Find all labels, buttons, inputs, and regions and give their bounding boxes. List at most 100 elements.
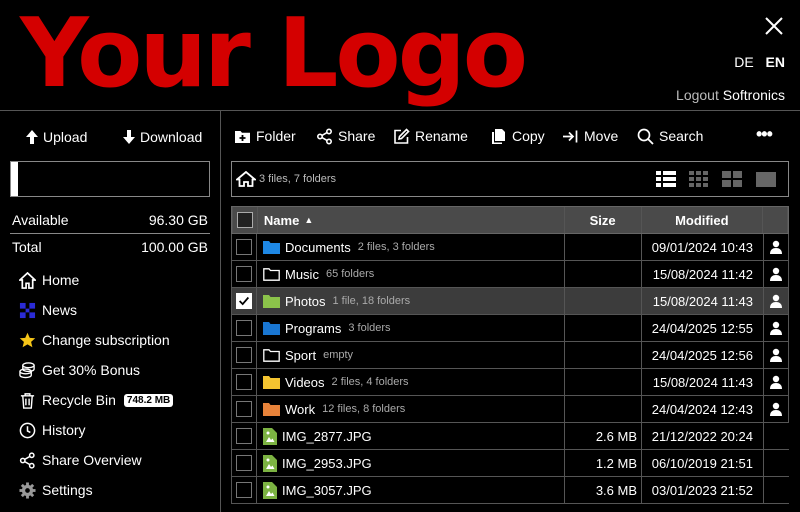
select-cell [231,423,257,449]
file-name[interactable]: IMG_3057.JPG [282,483,372,498]
share-cell [764,396,789,422]
lang-en[interactable]: EN [766,54,785,70]
row-checkbox[interactable] [236,428,252,444]
table-row[interactable]: IMG_2877.JPG 2.6 MB 21/12/2022 20:24 [231,423,789,450]
row-checkbox[interactable] [236,347,252,363]
table-row[interactable]: Programs 3 folders 24/04/2025 12:55 [231,315,789,342]
size-cell [565,234,642,260]
name-cell: IMG_2877.JPG [257,423,565,449]
size-cell: 1.2 MB [565,450,642,476]
select-cell [231,369,257,395]
table-row[interactable]: Videos 2 files, 4 folders 15/08/2024 11:43 [231,369,789,396]
more-options-button[interactable]: ••• [756,124,773,145]
image-file-icon [263,481,277,499]
download-button[interactable]: Download [122,127,202,147]
row-checkbox[interactable] [236,266,252,282]
app-window: Your Logo DE EN Logout Softronics Upload… [0,0,800,512]
row-checkbox[interactable] [236,239,252,255]
sidebar-item-label: Share Overview [42,452,142,468]
user-share-icon[interactable] [769,402,783,416]
table-row[interactable]: Sport empty 24/04/2025 12:56 [231,342,789,369]
logout-link[interactable]: Logout [676,87,719,103]
row-checkbox[interactable] [236,455,252,471]
home-icon[interactable] [236,171,256,187]
table-row[interactable]: Documents 2 files, 3 folders 09/01/2024 10… [231,234,789,261]
row-checkbox[interactable] [236,401,252,417]
sidebar-item-subscription[interactable]: Change subscription [18,325,218,355]
sidebar-item-home[interactable]: Home [18,265,218,295]
rename-button[interactable]: Rename [393,126,468,146]
row-checkbox[interactable] [236,320,252,336]
available-label: Available [12,212,69,228]
table-row[interactable]: Work 12 files, 8 folders 24/04/2024 12:43 [231,396,789,423]
sidebar-item-label: Recycle Bin [42,392,116,408]
sidebar-item-bonus[interactable]: Get 30% Bonus [18,355,218,385]
copy-button[interactable]: Copy [490,126,545,146]
user-share-icon[interactable] [769,294,783,308]
move-label: Move [584,128,619,144]
share-icon [316,127,333,145]
row-checkbox[interactable] [236,374,252,390]
user-share-icon[interactable] [769,321,783,335]
table-row[interactable]: Music 65 folders 15/08/2024 11:42 [231,261,789,288]
file-name[interactable]: Sport [285,348,316,363]
share-button[interactable]: Share [316,126,375,146]
home-icon [18,271,36,289]
file-name[interactable]: IMG_2953.JPG [282,456,372,471]
name-cell: Music 65 folders [257,261,565,287]
close-icon[interactable] [762,14,786,38]
table-header: Name ▲ Size Modified [231,206,789,234]
large-grid-view-icon[interactable] [756,171,776,189]
size-cell [565,342,642,368]
size-cell [565,369,642,395]
sidebar-item-share-overview[interactable]: Share Overview [18,445,218,475]
trash-icon [18,391,36,409]
sidebar-item-recycle-bin[interactable]: Recycle Bin 748.2 MB [18,385,218,415]
name-cell: Programs 3 folders [257,315,565,341]
name-cell: IMG_2953.JPG [257,450,565,476]
user-share-icon[interactable] [769,348,783,362]
sidebar-item-news[interactable]: News [18,295,218,325]
header-modified[interactable]: Modified [642,207,764,233]
user-share-icon[interactable] [769,267,783,281]
header-name[interactable]: Name ▲ [258,207,565,233]
search-button[interactable]: Search [637,126,703,146]
table-row[interactable]: IMG_2953.JPG 1.2 MB 06/10/2019 21:51 [231,450,789,477]
name-cell: Sport empty [257,342,565,368]
list-view-icon[interactable] [656,171,676,189]
new-folder-button[interactable]: Folder [234,126,296,146]
medium-grid-view-icon[interactable] [722,171,742,189]
file-name[interactable]: Documents [285,240,351,255]
table-row[interactable]: IMG_3057.JPG 3.6 MB 03/01/2023 21:52 [231,477,789,504]
file-name[interactable]: Work [285,402,315,417]
file-name[interactable]: Music [285,267,319,282]
arrow-down-icon [123,130,135,144]
user-share-icon[interactable] [769,375,783,389]
small-grid-view-icon[interactable] [689,171,709,189]
row-checkbox[interactable] [236,293,252,309]
row-checkbox[interactable] [236,482,252,498]
upload-button[interactable]: Upload [25,127,87,147]
file-name[interactable]: Programs [285,321,341,336]
move-button[interactable]: Move [562,126,618,146]
sidebar-item-settings[interactable]: Settings [18,475,218,505]
table-row[interactable]: Photos 1 file, 18 folders 15/08/2024 11:43 [231,288,789,315]
select-cell [231,477,257,503]
gear-icon [18,481,36,499]
share-cell [764,261,789,287]
stat-divider [10,233,210,234]
header-size[interactable]: Size [565,207,642,233]
username: Softronics [722,87,785,103]
lang-de[interactable]: DE [734,54,753,70]
available-row: Available 96.30 GB [12,209,208,231]
size-cell [565,396,642,422]
clock-icon [18,421,36,439]
select-cell [231,234,257,260]
file-name[interactable]: IMG_2877.JPG [282,429,372,444]
file-name[interactable]: Photos [285,294,325,309]
sidebar-item-history[interactable]: History [18,415,218,445]
select-all-checkbox[interactable] [236,212,253,228]
file-meta: 2 files, 3 folders [357,241,435,253]
user-share-icon[interactable] [769,240,783,254]
file-name[interactable]: Videos [285,375,325,390]
